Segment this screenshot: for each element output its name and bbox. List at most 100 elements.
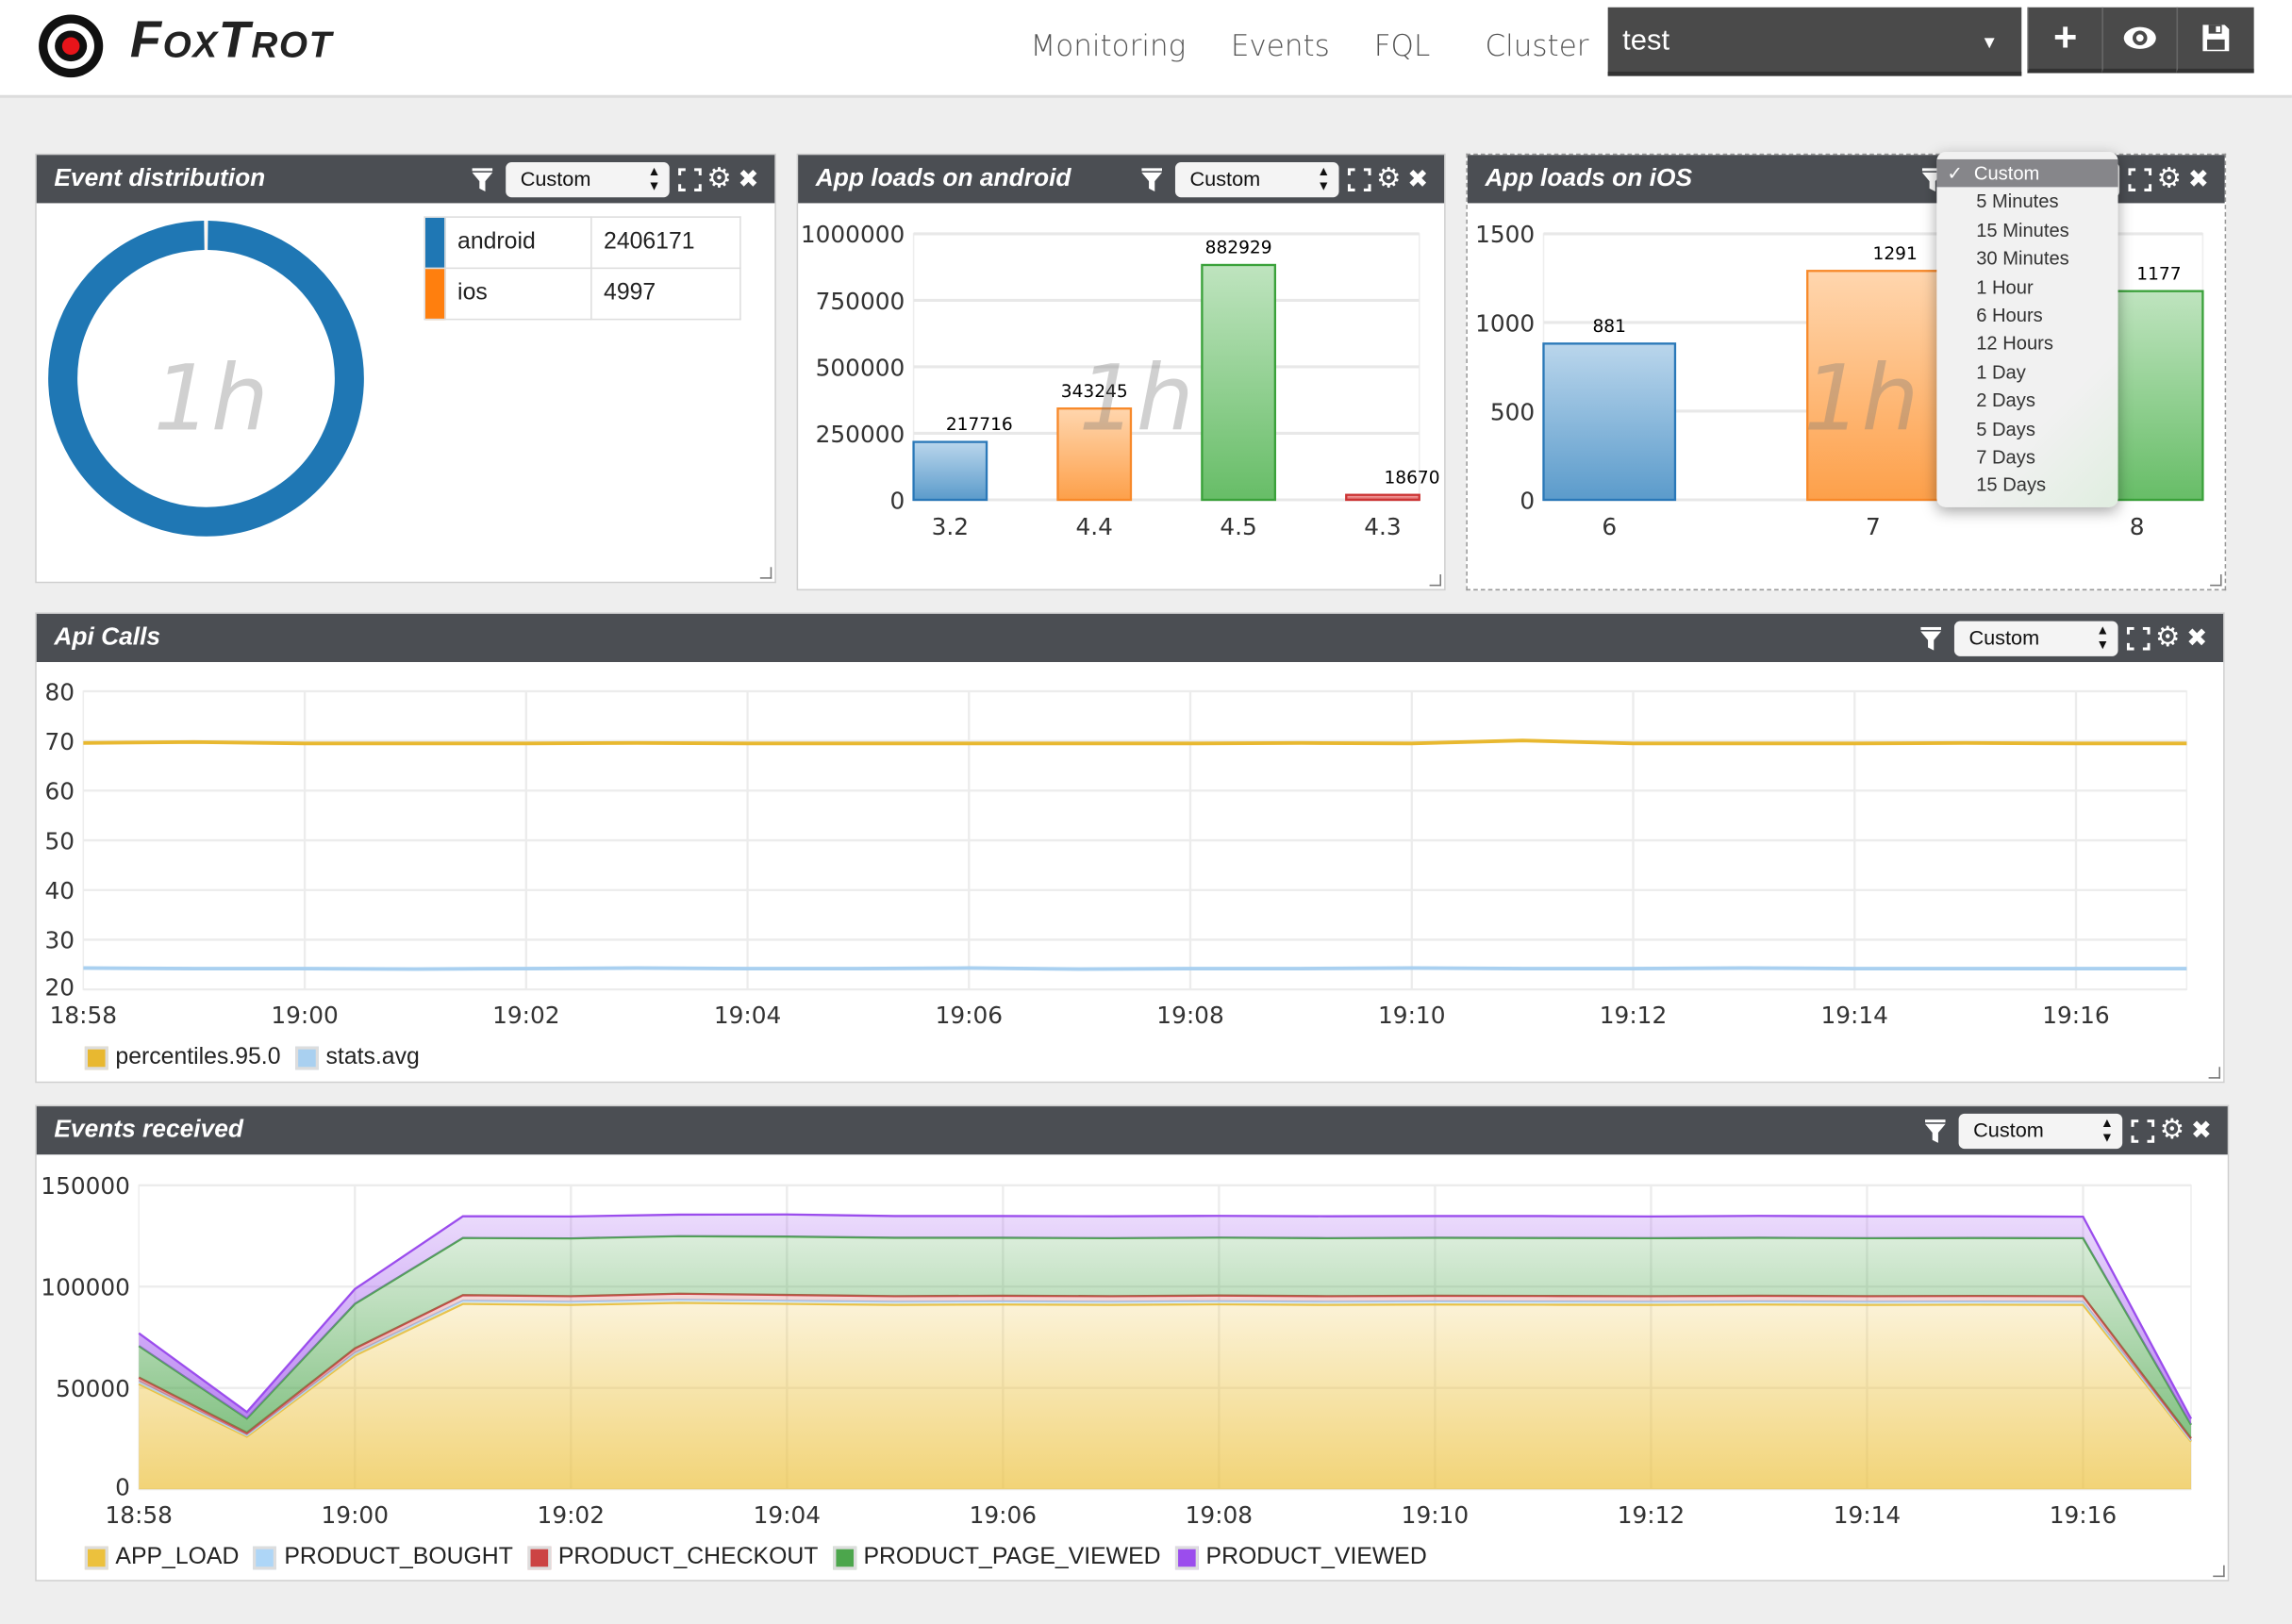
time-watermark: 1h	[1078, 344, 1194, 452]
brand-logo[interactable]: FoxTrot	[130, 11, 333, 70]
legend-row[interactable]: android 2406171	[424, 216, 741, 270]
nav-fql[interactable]: FQL	[1374, 27, 1430, 62]
legend-label: APP_LOAD	[115, 1545, 240, 1570]
legend-swatch	[84, 1046, 108, 1070]
bar[interactable]	[1542, 342, 1677, 502]
nav-events[interactable]: Events	[1231, 27, 1330, 62]
period-select[interactable]: Custom ▲▼	[1953, 620, 2118, 656]
y-tick-label: 40	[44, 877, 75, 904]
legend-swatch	[424, 267, 446, 321]
legend-item[interactable]: PRODUCT_PAGE_VIEWED	[832, 1545, 1161, 1571]
view-button[interactable]	[2101, 7, 2177, 74]
x-tick-label: 19:14	[1821, 1002, 1888, 1029]
widget-header[interactable]: Events received Custom ▲ ▼ ⚙ ✖	[36, 1106, 2228, 1155]
close-icon[interactable]: ✖	[734, 161, 763, 196]
x-tick-label: 19:06	[936, 1002, 1003, 1029]
filter-icon[interactable]	[1917, 621, 1946, 655]
y-tick-label: 70	[44, 728, 75, 755]
resize-handle[interactable]	[2208, 1067, 2220, 1079]
legend-row[interactable]: ios 4997	[424, 267, 741, 321]
bar-value-label: 1177	[2136, 264, 2181, 284]
nav-cluster[interactable]: Cluster	[1485, 27, 1588, 62]
bar[interactable]	[1201, 263, 1277, 502]
filter-icon[interactable]	[468, 161, 497, 196]
legend-item[interactable]: PRODUCT_VIEWED	[1175, 1545, 1427, 1571]
period-select[interactable]: Custom ▲▼	[1174, 161, 1339, 197]
option-label: 7 Days	[1976, 445, 2035, 468]
close-icon[interactable]: ✖	[1403, 161, 1433, 196]
dropdown-option[interactable]: 5 Minutes	[1936, 188, 2118, 216]
area-app_load[interactable]	[139, 1302, 2192, 1490]
expand-icon[interactable]	[675, 161, 705, 196]
option-label: 6 Hours	[1976, 304, 2043, 326]
logo-target-icon	[39, 14, 104, 78]
donut-legend-table: android 2406171 ios 4997	[424, 216, 741, 321]
nav-monitoring[interactable]: Monitoring	[1031, 27, 1187, 62]
expand-icon[interactable]	[2125, 161, 2154, 196]
close-icon[interactable]: ✖	[2183, 621, 2212, 655]
add-widget-button[interactable]: +	[2027, 7, 2102, 74]
time-watermark: 1h	[1803, 344, 1919, 452]
gear-icon[interactable]: ⚙	[705, 161, 734, 196]
x-tick-label: 19:04	[754, 1501, 821, 1529]
period-select[interactable]: Custom ▲▼	[506, 161, 670, 197]
dropdown-option[interactable]: 6 Hours	[1936, 301, 2118, 329]
option-label: Custom	[1973, 162, 2040, 185]
dropdown-option[interactable]: 5 Days	[1936, 414, 2118, 442]
dropdown-option[interactable]: 2 Days	[1936, 386, 2118, 414]
resize-handle[interactable]	[2213, 1565, 2225, 1578]
close-icon[interactable]: ✖	[2184, 161, 2213, 196]
y-tick-label: 0	[1520, 487, 1535, 514]
x-tick-label: 19:10	[1402, 1501, 1469, 1529]
widget-header[interactable]: Event distribution Custom ▲ ▼ ⚙ ✖	[36, 155, 775, 204]
legend-label: ios	[444, 267, 592, 321]
legend-item[interactable]: APP_LOAD	[84, 1545, 240, 1571]
dropdown-option[interactable]: 12 Hours	[1936, 329, 2118, 357]
y-tick-label: 30	[44, 927, 75, 954]
series-line-stats.avg[interactable]	[83, 966, 2187, 971]
dropdown-option[interactable]: 7 Days	[1936, 442, 2118, 471]
x-tick-label: 19:00	[271, 1002, 338, 1029]
dropdown-option[interactable]: 1 Day	[1936, 357, 2118, 386]
y-tick-label: 80	[44, 678, 75, 705]
dashboard-select[interactable]: test ▼	[1607, 7, 2022, 76]
widget-header[interactable]: Api Calls Custom ▲ ▼ ⚙ ✖	[36, 613, 2224, 663]
dropdown-option[interactable]: ✓ Custom	[1936, 158, 2118, 188]
legend-item[interactable]: PRODUCT_BOUGHT	[253, 1545, 513, 1571]
legend-item[interactable]: percentiles.95.0	[84, 1045, 280, 1071]
expand-icon[interactable]	[2124, 621, 2153, 655]
resize-handle[interactable]	[2210, 574, 2222, 587]
legend-item[interactable]: PRODUCT_CHECKOUT	[527, 1545, 818, 1571]
filter-icon[interactable]	[1920, 1113, 1950, 1148]
filter-icon[interactable]	[1138, 161, 1167, 196]
save-button[interactable]	[2176, 7, 2254, 74]
y-tick-label: 50000	[56, 1375, 130, 1402]
legend-item[interactable]: stats.avg	[294, 1045, 420, 1071]
dropdown-option[interactable]: 15 Minutes	[1936, 216, 2118, 244]
save-icon	[2202, 25, 2230, 52]
widget-header[interactable]: App loads on android Custom ▲ ▼ ⚙ ✖	[798, 155, 1445, 204]
legend-swatch	[294, 1046, 319, 1070]
period-select-value: Custom	[1968, 624, 2040, 649]
option-label: 5 Minutes	[1976, 191, 2059, 213]
expand-icon[interactable]	[1345, 161, 1374, 196]
bar[interactable]	[912, 440, 988, 502]
gear-icon[interactable]: ⚙	[1374, 161, 1403, 196]
period-select[interactable]: Custom ▲▼	[1958, 1113, 2123, 1149]
close-icon[interactable]: ✖	[2186, 1113, 2216, 1148]
x-tick-label: 19:16	[2050, 1501, 2117, 1529]
bar[interactable]	[1345, 493, 1420, 502]
period-dropdown-menu: ✓ Custom 5 Minutes 15 Minutes 30 Minutes 1 H…	[1936, 152, 2118, 507]
gear-icon[interactable]: ⚙	[2157, 1113, 2186, 1148]
x-tick-label: 19:10	[1378, 1002, 1445, 1029]
gear-icon[interactable]: ⚙	[2154, 161, 2184, 196]
dropdown-option[interactable]: 30 Minutes	[1936, 244, 2118, 273]
resize-handle[interactable]	[759, 567, 772, 579]
dropdown-option[interactable]: 15 Days	[1936, 471, 2118, 499]
resize-handle[interactable]	[1429, 574, 1442, 587]
option-label: 1 Day	[1976, 360, 2026, 383]
time-watermark: 1h	[153, 344, 269, 452]
gear-icon[interactable]: ⚙	[2153, 621, 2183, 655]
expand-icon[interactable]	[2128, 1113, 2157, 1148]
dropdown-option[interactable]: 1 Hour	[1936, 273, 2118, 301]
